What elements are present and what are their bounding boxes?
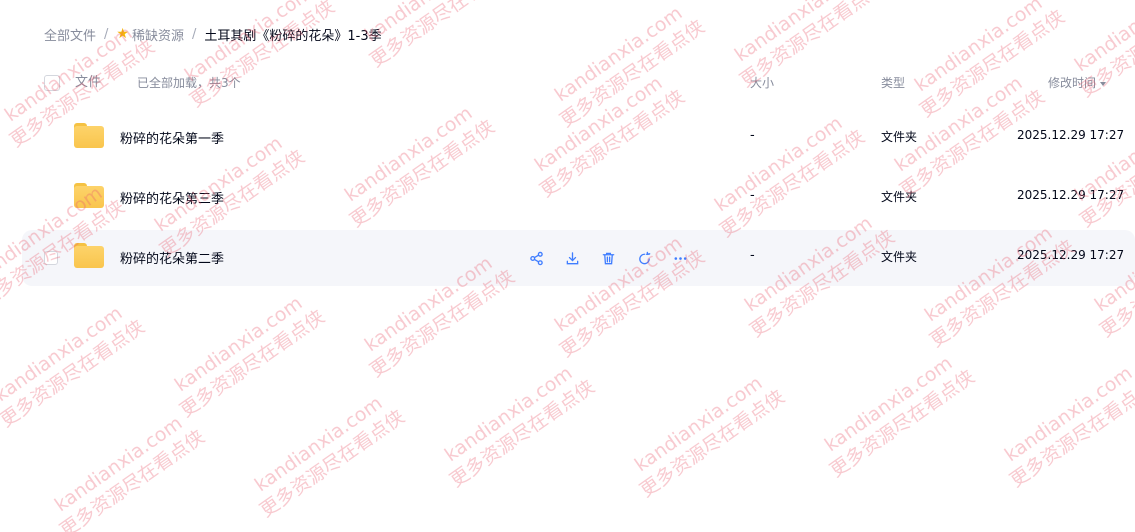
- column-header-mtime[interactable]: 修改时间: [1048, 66, 1107, 100]
- column-header-name[interactable]: 文件: [75, 66, 101, 100]
- row-checkbox[interactable]: [44, 251, 58, 265]
- download-icon[interactable]: [554, 249, 590, 267]
- file-list-header: 文件 已全部加载，共3个 大小 类型 修改时间: [0, 66, 1135, 100]
- folder-icon: [74, 183, 104, 208]
- watermark-text: kandianxia.com更多资源尽在看点侠: [250, 392, 409, 522]
- delete-icon[interactable]: [590, 249, 626, 267]
- row-actions: [518, 249, 698, 267]
- watermark-text: kandianxia.com更多资源尽在看点侠: [1000, 362, 1135, 492]
- watermark-text: kandianxia.com更多资源尽在看点侠: [440, 362, 599, 492]
- table-row[interactable]: 粉碎的花朵第一季 - 文件夹 2025.12.29 17:27: [22, 110, 1135, 166]
- column-header-mtime-label: 修改时间: [1048, 76, 1097, 90]
- breadcrumb-separator: /: [191, 26, 197, 42]
- file-type: 文件夹: [881, 250, 918, 264]
- file-mtime: 2025.12.29 17:27: [1017, 128, 1125, 142]
- file-name[interactable]: 粉碎的花朵第一季: [120, 128, 224, 147]
- more-icon[interactable]: [662, 249, 698, 267]
- select-all-checkbox[interactable]: [44, 75, 60, 91]
- share-icon[interactable]: [518, 249, 554, 267]
- rename-icon[interactable]: [626, 249, 662, 267]
- breadcrumb-separator: /: [104, 26, 109, 42]
- watermark-text: kandianxia.com更多资源尽在看点侠: [910, 0, 1069, 122]
- folder-icon: [74, 123, 104, 148]
- file-mtime: 2025.12.29 17:27: [1017, 248, 1125, 262]
- file-size: -: [750, 188, 755, 203]
- file-type: 文件夹: [881, 190, 918, 204]
- table-row[interactable]: 粉碎的花朵第二季 - 文件夹 2025.12.29 17:27: [22, 230, 1135, 286]
- file-size: -: [750, 248, 755, 263]
- breadcrumb-root[interactable]: 全部文件: [44, 25, 96, 44]
- file-name[interactable]: 粉碎的花朵第三季: [120, 188, 224, 207]
- sort-desc-icon: [1100, 81, 1107, 86]
- breadcrumb: 全部文件 / ★ 稀缺资源 / 土耳其剧《粉碎的花朵》1-3季: [44, 24, 382, 44]
- file-size: -: [750, 128, 755, 143]
- folder-icon: [74, 243, 104, 268]
- breadcrumb-current: 土耳其剧《粉碎的花朵》1-3季: [204, 28, 382, 44]
- file-mtime: 2025.12.29 17:27: [1017, 188, 1125, 202]
- column-header-size[interactable]: 大小: [750, 66, 774, 100]
- file-name[interactable]: 粉碎的花朵第二季: [120, 248, 224, 267]
- watermark-text: kandianxia.com更多资源尽在看点侠: [820, 352, 979, 482]
- breadcrumb-parent[interactable]: 稀缺资源: [132, 25, 184, 44]
- watermark-text: kandianxia.com更多资源尽在看点侠: [50, 412, 209, 532]
- watermark-text: kandianxia.com更多资源尽在看点侠: [630, 372, 789, 502]
- file-type: 文件夹: [881, 130, 918, 144]
- table-row[interactable]: 粉碎的花朵第三季 - 文件夹 2025.12.29 17:27: [22, 170, 1135, 226]
- watermark-text: kandianxia.com更多资源尽在看点侠: [170, 292, 329, 422]
- star-icon: ★: [116, 26, 129, 42]
- column-header-type[interactable]: 类型: [881, 66, 905, 100]
- watermark-text: kandianxia.com更多资源尽在看点侠: [0, 302, 149, 432]
- loaded-status: 已全部加载，共3个: [137, 76, 241, 90]
